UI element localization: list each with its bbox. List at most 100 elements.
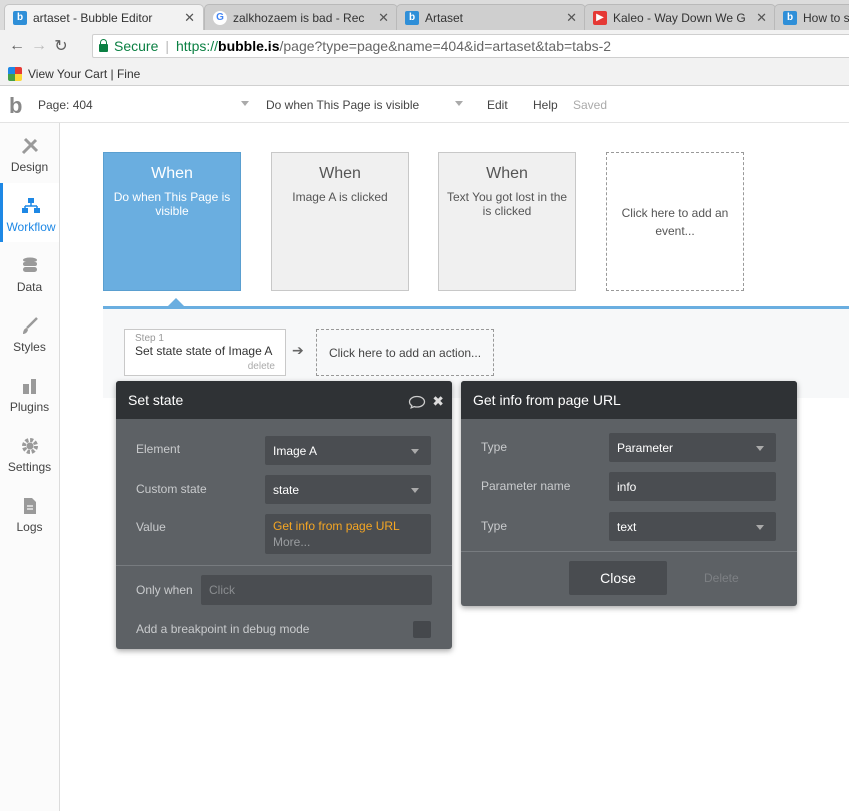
- browser-tab-artaset-editor[interactable]: b artaset - Bubble Editor ✕: [4, 4, 204, 30]
- url-host: bubble.is: [218, 38, 280, 54]
- close-icon[interactable]: ✕: [184, 10, 195, 26]
- sidebar-item-label: Logs: [16, 520, 43, 534]
- sidebar-item-label: Plugins: [9, 400, 50, 414]
- close-button[interactable]: Close: [569, 561, 667, 595]
- event-when-label: When: [486, 165, 528, 182]
- type-label: Type: [481, 440, 508, 454]
- url-separator: |: [165, 38, 169, 54]
- sidebar-item-label: Settings: [7, 460, 52, 474]
- only-when-label: Only when: [136, 583, 193, 597]
- parameter-name-input[interactable]: info: [609, 472, 776, 501]
- close-icon[interactable]: ✕: [566, 10, 577, 26]
- custom-state-dropdown[interactable]: state: [265, 475, 431, 504]
- secure-label: Secure: [114, 38, 159, 54]
- element-label: Element: [136, 442, 181, 456]
- forward-icon[interactable]: →: [28, 37, 50, 55]
- design-icon: [20, 136, 40, 156]
- browser-tab-youtube[interactable]: ▶ Kaleo - Way Down We G ✕: [584, 4, 776, 30]
- value-expression-field[interactable]: Get info from page URL More...: [265, 514, 431, 554]
- custom-state-value: state: [273, 482, 300, 497]
- step-delete-link[interactable]: delete: [248, 361, 275, 372]
- sidebar-item-label: Design: [10, 160, 49, 174]
- browser-tab-artaset[interactable]: b Artaset ✕: [396, 4, 586, 30]
- value-label: Value: [136, 520, 166, 534]
- only-when-input[interactable]: Click: [201, 575, 432, 605]
- breakpoint-checkbox[interactable]: [413, 621, 431, 638]
- type-dropdown[interactable]: Parameter: [609, 433, 776, 462]
- sidebar-item-workflow[interactable]: Workflow: [0, 183, 59, 242]
- add-action-button[interactable]: Click here to add an action...: [316, 329, 494, 376]
- sidebar-item-styles[interactable]: Styles: [0, 303, 59, 362]
- event-when-label: When: [151, 165, 193, 182]
- close-icon[interactable]: ✖: [432, 393, 444, 410]
- workflow-selector[interactable]: Do when This Page is visible: [266, 98, 466, 112]
- value-expression[interactable]: Get info from page URL: [273, 518, 400, 534]
- sidebar-item-design[interactable]: Design: [0, 123, 59, 182]
- editor-top-bar: b Page: 404 Do when This Page is visible…: [0, 87, 849, 123]
- event-description: Text You got lost in the is clicked: [446, 190, 568, 218]
- bookmark-view-cart[interactable]: View Your Cart | Fine: [28, 67, 140, 81]
- bubble-icon: b: [783, 10, 797, 25]
- sidebar-item-plugins[interactable]: Plugins: [0, 363, 59, 422]
- settings-icon: [20, 436, 40, 456]
- workflow-icon: [21, 196, 41, 216]
- browser-tab-google[interactable]: G zalkhozaem is bad - Rec ✕: [204, 4, 398, 30]
- youtube-icon: ▶: [593, 10, 607, 25]
- saved-status: Saved: [573, 98, 608, 112]
- type-label-2: Type: [481, 519, 508, 533]
- back-icon[interactable]: ←: [6, 37, 28, 55]
- chevron-down-icon: [756, 445, 764, 451]
- secure-indicator[interactable]: Secure: [99, 38, 158, 54]
- edit-menu[interactable]: Edit: [487, 98, 508, 112]
- page-selector-label: Page: 404: [38, 98, 93, 112]
- panel-title: Get info from page URL: [473, 392, 621, 408]
- only-when-placeholder: Click: [209, 583, 235, 597]
- type-dropdown-2[interactable]: text: [609, 512, 776, 541]
- chevron-down-icon: [756, 524, 764, 530]
- browser-tab-strip: b artaset - Bubble Editor ✕ G zalkhozaem…: [0, 0, 849, 30]
- parameter-name-label: Parameter name: [481, 479, 571, 493]
- sidebar-item-label: Styles: [13, 340, 46, 354]
- type-value: Parameter: [617, 440, 674, 455]
- event-card-page-visible[interactable]: When Do when This Page is visible: [103, 152, 241, 291]
- workflow-selector-label: Do when This Page is visible: [266, 98, 420, 112]
- browser-tab-howto[interactable]: b How to s: [774, 4, 849, 30]
- tab-title: zalkhozaem is bad - Rec: [233, 10, 365, 25]
- value-more-link[interactable]: More...: [273, 534, 310, 550]
- reload-icon[interactable]: ↻: [50, 36, 72, 56]
- bubble-icon: b: [405, 10, 419, 25]
- element-dropdown[interactable]: Image A: [265, 436, 431, 465]
- bubble-logo-icon: b: [9, 93, 23, 118]
- logs-icon: [20, 496, 40, 516]
- type2-value: text: [617, 519, 637, 534]
- add-event-button[interactable]: Click here to add an event...: [606, 152, 744, 291]
- event-card-image-clicked[interactable]: When Image A is clicked: [271, 152, 409, 291]
- chevron-down-icon: [455, 101, 463, 106]
- step-title: Set state state of Image A: [135, 344, 273, 358]
- address-bar[interactable]: Secure | https:// bubble.is /page?type=p…: [92, 34, 849, 58]
- step-1-card[interactable]: Step 1 Set state state of Image A delete: [124, 329, 286, 376]
- set-state-panel-header[interactable]: Set state ✖: [116, 381, 452, 419]
- sidebar-item-settings[interactable]: Settings: [0, 423, 59, 482]
- comment-icon[interactable]: [408, 395, 426, 409]
- close-icon[interactable]: ✕: [378, 10, 389, 26]
- editor-sidebar: Design Workflow Data Styles Plugins Sett…: [0, 123, 60, 811]
- sidebar-item-label: Data: [16, 280, 43, 294]
- chevron-down-icon: [411, 487, 419, 493]
- custom-state-label: Custom state: [136, 482, 207, 496]
- delete-button[interactable]: Delete: [704, 571, 739, 585]
- active-event-pointer: [168, 298, 184, 306]
- event-description: Image A is clicked: [292, 190, 388, 204]
- panel-divider: [461, 551, 797, 552]
- chevron-down-icon: [411, 448, 419, 454]
- sidebar-item-data[interactable]: Data: [0, 243, 59, 302]
- parameter-name-value: info: [617, 479, 637, 494]
- set-state-panel: Set state ✖ Element Image A Custom state…: [116, 381, 452, 649]
- data-icon: [20, 256, 40, 276]
- page-selector[interactable]: Page: 404: [38, 98, 252, 112]
- page-url-panel-header[interactable]: Get info from page URL: [461, 381, 797, 419]
- help-menu[interactable]: Help: [533, 98, 558, 112]
- event-card-text-clicked[interactable]: When Text You got lost in the is clicked: [438, 152, 576, 291]
- close-icon[interactable]: ✕: [756, 10, 767, 26]
- sidebar-item-logs[interactable]: Logs: [0, 483, 59, 542]
